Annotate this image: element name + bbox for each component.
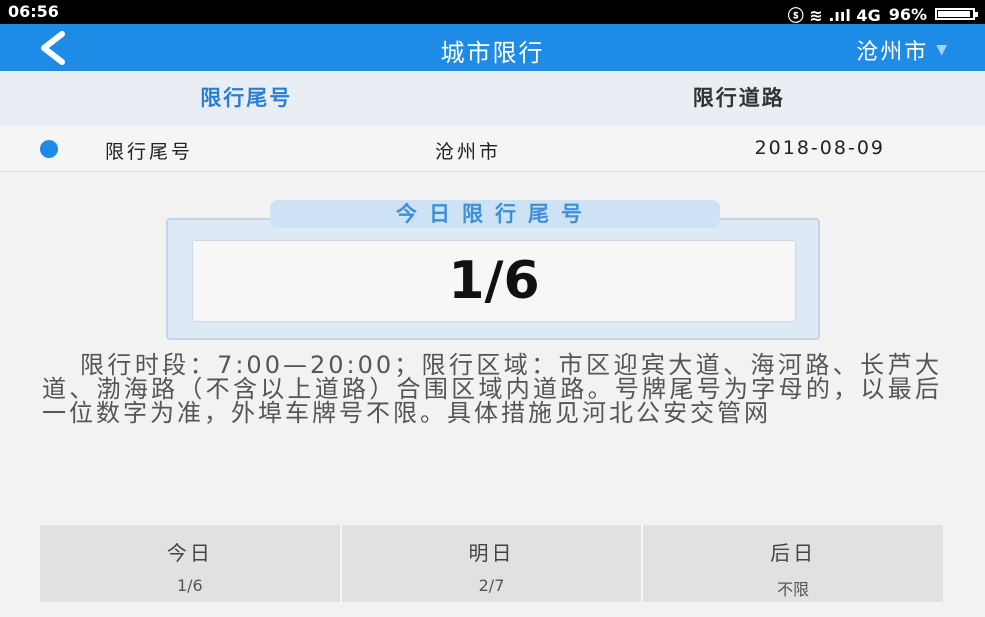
restriction-description: 限行时段：7:00—20:00；限行区域：市区迎宾大道、海河路、长芦大道、渤海路…	[42, 351, 942, 427]
day-name: 明日	[468, 541, 515, 565]
blue-dot-icon	[40, 140, 58, 158]
day-name: 今日	[166, 541, 213, 565]
today-restriction-panel: 1/6	[166, 218, 820, 340]
day-value: 2/7	[478, 576, 505, 595]
info-date: 2018-08-09	[754, 137, 885, 159]
info-row: 限行尾号 沧州市 2018-08-09	[0, 126, 985, 172]
day-value: 不限	[777, 580, 810, 599]
day-restriction-table: 今日 1/6 明日 2/7 后日 不限	[40, 525, 943, 602]
day-cell-today: 今日 1/6	[40, 525, 342, 602]
chevron-down-icon: ▼	[936, 42, 949, 58]
day-name: 后日	[770, 541, 817, 565]
battery-level: 96%	[888, 4, 927, 24]
app-bar: 城市限行 沧州市 ▼	[0, 24, 985, 71]
city-selector[interactable]: 沧州市 ▼	[856, 34, 949, 66]
status-time: 06:56	[8, 2, 59, 21]
day-cell-tomorrow: 明日 2/7	[342, 525, 644, 602]
tab-restricted-plates[interactable]: 限行尾号	[0, 71, 493, 126]
today-restriction-value: 1/6	[448, 251, 540, 311]
status-indicators: ⓢ ≋ .ııl 4G 96%	[787, 2, 978, 26]
today-restriction-box: 1/6	[192, 240, 796, 322]
today-restriction-label: 今日限行尾号	[270, 200, 720, 228]
page-title: 城市限行	[440, 39, 545, 67]
info-label: 限行尾号	[105, 141, 194, 163]
signal-indicators: ⓢ ≋ .ııl 4G	[787, 6, 881, 25]
tab-bar: 限行尾号 限行道路	[0, 71, 985, 126]
status-bar: 06:56 ⓢ ≋ .ııl 4G 96%	[0, 0, 985, 26]
city-selector-label: 沧州市	[856, 40, 929, 65]
day-cell-day-after: 后日 不限	[643, 525, 943, 602]
day-value: 1/6	[176, 576, 203, 595]
tab-restricted-roads[interactable]: 限行道路	[493, 71, 985, 126]
battery-icon	[935, 8, 978, 20]
info-city: 沧州市	[435, 141, 502, 163]
